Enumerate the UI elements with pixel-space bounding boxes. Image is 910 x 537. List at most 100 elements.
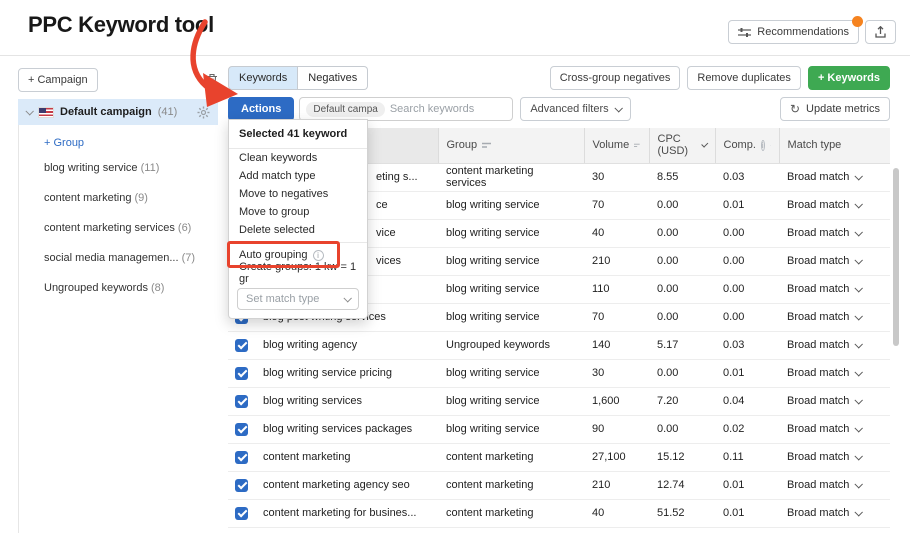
add-group-link[interactable]: + Group	[19, 135, 218, 153]
cpc-cell: 5.17	[649, 331, 715, 359]
chevron-down-icon	[855, 312, 863, 320]
cpc-cell: 7.20	[649, 387, 715, 415]
volume-column-header[interactable]: Volume	[584, 128, 649, 163]
trash-icon[interactable]	[206, 73, 218, 87]
menu-item[interactable]: Move to group	[229, 203, 367, 221]
export-icon	[875, 26, 886, 38]
match-type-value: Broad match	[787, 171, 849, 183]
group-cell: blog writing service	[438, 387, 584, 415]
set-match-type-select[interactable]: Set match type	[237, 288, 359, 310]
menu-item-create-groups[interactable]: Create groups: 1 kw = 1 gr	[229, 264, 367, 282]
row-checkbox[interactable]	[235, 507, 248, 520]
match-type-dropdown[interactable]: Broad match	[787, 507, 882, 519]
cpc-cell: 0.00	[649, 191, 715, 219]
comp-header-label: Comp.	[724, 139, 756, 151]
campaign-row-default[interactable]: Default campaign (41)	[18, 99, 218, 125]
row-checkbox[interactable]	[235, 367, 248, 380]
menu-item[interactable]: Delete selected	[229, 221, 367, 239]
advanced-filters-button[interactable]: Advanced filters	[520, 97, 630, 121]
match-type-dropdown[interactable]: Broad match	[787, 283, 882, 295]
row-checkbox[interactable]	[235, 339, 248, 352]
search-input[interactable]	[390, 103, 500, 115]
competition-cell: 0.04	[715, 387, 779, 415]
match-type-dropdown[interactable]: Broad match	[787, 479, 882, 491]
page-title: PPC Keyword tool	[28, 12, 214, 38]
cpc-cell: 8.55	[649, 163, 715, 191]
table-row: blog writing services packages blog writ…	[228, 415, 890, 443]
chevron-down-icon	[855, 172, 863, 180]
row-checkbox[interactable]	[235, 479, 248, 492]
sliders-icon	[738, 27, 751, 38]
match-type-dropdown[interactable]: Broad match	[787, 395, 882, 407]
actions-button[interactable]: Actions	[228, 97, 294, 121]
row-checkbox[interactable]	[235, 395, 248, 408]
match-type-value: Broad match	[787, 479, 849, 491]
match-type-dropdown[interactable]: Broad match	[787, 199, 882, 211]
sidebar-group-item[interactable]: content marketing (9)	[19, 183, 218, 213]
chevron-down-icon	[855, 340, 863, 348]
match-type-dropdown[interactable]: Broad match	[787, 423, 882, 435]
search-scope-tag[interactable]: Default campa	[306, 102, 384, 117]
group-count: (9)	[135, 192, 148, 204]
keywords-negatives-tabs: Keywords Negatives	[228, 66, 368, 90]
match-type-dropdown[interactable]: Broad match	[787, 227, 882, 239]
comp-column-header[interactable]: Comp.	[715, 128, 779, 163]
cpc-cell: 0.00	[649, 219, 715, 247]
group-name: Ungrouped keywords	[44, 282, 148, 294]
chevron-down-icon	[614, 104, 622, 112]
group-column-header[interactable]: Group	[438, 128, 584, 163]
tab-keywords[interactable]: Keywords	[228, 66, 298, 90]
cross-group-negatives-button[interactable]: Cross-group negatives	[550, 66, 681, 90]
menu-item[interactable]: Clean keywords	[229, 149, 367, 167]
menu-item[interactable]: Add match type	[229, 167, 367, 185]
selected-count-header: Selected 41 keyword	[229, 120, 367, 149]
volume-cell: 30	[584, 359, 649, 387]
us-flag-icon	[38, 107, 54, 118]
match-type-value: Broad match	[787, 311, 849, 323]
match-type-dropdown[interactable]: Broad match	[787, 171, 882, 183]
add-campaign-button[interactable]: + Campaign	[18, 68, 98, 92]
match-type-value: Broad match	[787, 423, 849, 435]
match-type-dropdown[interactable]: Broad match	[787, 451, 882, 463]
cpc-cell: 51.52	[649, 499, 715, 527]
group-cell: blog writing service	[438, 275, 584, 303]
remove-duplicates-button[interactable]: Remove duplicates	[687, 66, 801, 90]
match-type-dropdown[interactable]: Broad match	[787, 339, 882, 351]
match-type-dropdown[interactable]: Broad match	[787, 311, 882, 323]
sidebar-group-item[interactable]: social media managemen... (7)	[19, 243, 218, 273]
row-checkbox[interactable]	[235, 423, 248, 436]
group-cell: Ungrouped keywords	[438, 331, 584, 359]
match-type-dropdown[interactable]: Broad match	[787, 255, 882, 267]
group-list: blog writing service (11) content market…	[19, 153, 218, 303]
add-keywords-button[interactable]: + Keywords	[808, 66, 890, 90]
group-count: (7)	[182, 252, 195, 264]
keyword-cell: content marketing	[263, 451, 350, 463]
recommendations-button[interactable]: Recommendations	[728, 20, 859, 44]
sidebar-group-item[interactable]: blog writing service (11)	[19, 153, 218, 183]
match-type-value: Broad match	[787, 451, 849, 463]
cpc-column-header[interactable]: CPC (USD)	[649, 128, 715, 163]
group-header-label: Group	[447, 139, 478, 151]
match-type-dropdown[interactable]: Broad match	[787, 367, 882, 379]
vertical-scrollbar[interactable]	[893, 168, 899, 346]
export-button[interactable]	[865, 20, 896, 44]
chevron-down-icon	[855, 396, 863, 404]
keyword-search-box[interactable]: Default campa	[299, 97, 513, 121]
gear-icon[interactable]	[197, 106, 210, 119]
tab-negatives[interactable]: Negatives	[298, 66, 368, 90]
sort-desc-chevron-icon	[701, 141, 708, 148]
actions-menu-items: Clean keywordsAdd match typeMove to nega…	[229, 149, 367, 239]
sidebar-group-item[interactable]: content marketing services (6)	[19, 213, 218, 243]
sidebar-group-item[interactable]: Ungrouped keywords (8)	[19, 273, 218, 303]
menu-item[interactable]: Move to negatives	[229, 185, 367, 203]
row-checkbox[interactable]	[235, 451, 248, 464]
chevron-down-icon	[855, 424, 863, 432]
group-cell: content marketing	[438, 471, 584, 499]
keyword-cell: blog writing service pricing	[263, 367, 392, 379]
recommendations-label: Recommendations	[757, 26, 849, 38]
chevron-down-icon[interactable]	[25, 107, 33, 115]
cpc-cell: 0.00	[649, 303, 715, 331]
update-metrics-button[interactable]: ↻ Update metrics	[780, 97, 890, 121]
menu-item-auto-grouping[interactable]: Auto grouping	[229, 246, 367, 264]
info-icon	[761, 140, 765, 151]
